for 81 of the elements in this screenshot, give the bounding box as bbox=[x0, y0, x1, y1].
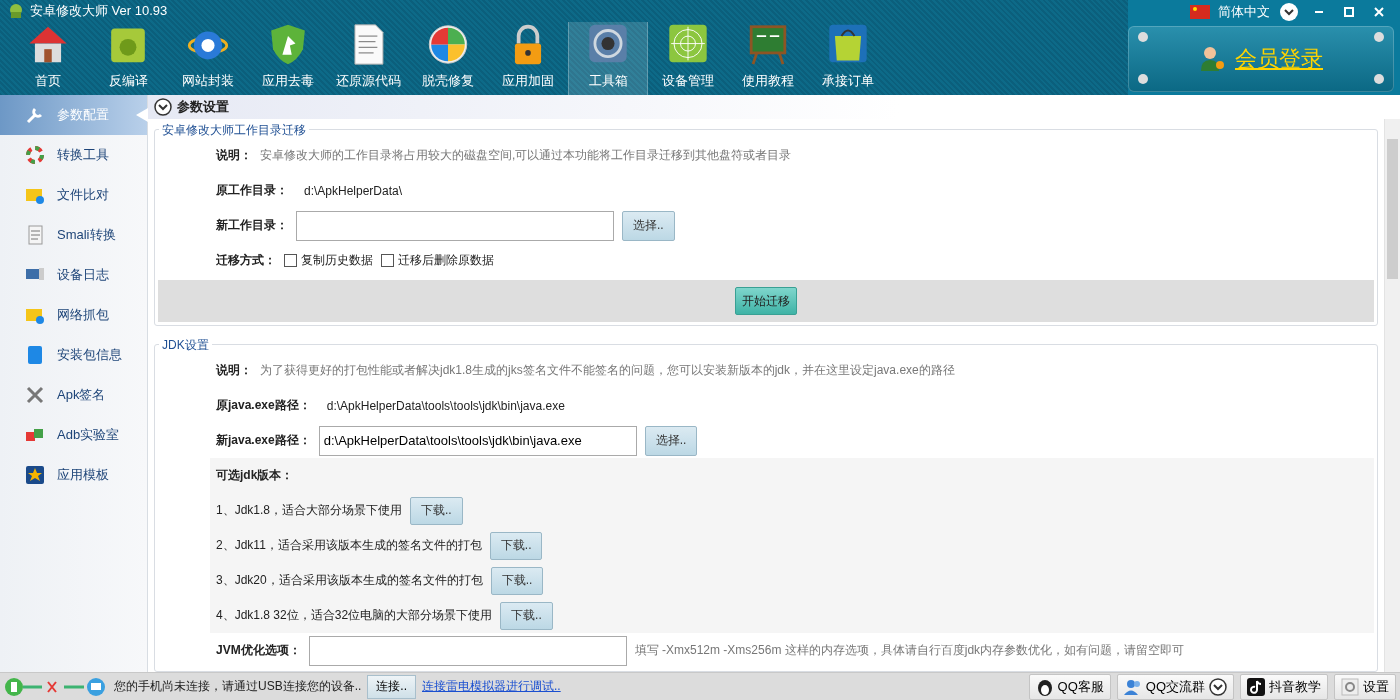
field-label: 新java.exe路径： bbox=[216, 432, 311, 449]
toolbar-button[interactable]: 应用去毒 bbox=[248, 22, 328, 95]
sidebar-item[interactable]: 设备日志 bbox=[0, 255, 147, 295]
field-label: 说明： bbox=[216, 362, 252, 379]
field-label: 原java.exe路径： bbox=[216, 397, 311, 414]
checkbox-label[interactable]: 迁移后删除原数据 bbox=[398, 252, 494, 269]
field-label: 说明： bbox=[216, 147, 252, 164]
description-text: 安卓修改大师的工作目录将占用较大的磁盘空间,可以通过本功能将工作目录迁移到其他盘符或者目录 bbox=[260, 147, 792, 164]
toolbar-button[interactable]: 应用加固 bbox=[488, 22, 568, 95]
toolbar-button[interactable]: 反编译 bbox=[88, 22, 168, 95]
hint-text: 填写 -Xmx512m -Xms256m 这样的内存选项，具体请自行百度jdk内存参数优化，如有问题，请留空即可 bbox=[634, 642, 1185, 659]
status-button[interactable]: QQ客服 bbox=[1028, 673, 1111, 700]
download-button[interactable]: 下载.. bbox=[489, 531, 543, 560]
document-icon bbox=[25, 225, 45, 245]
field-label: 新工作目录： bbox=[216, 217, 288, 234]
sidebar-item[interactable]: 文件比对 bbox=[0, 175, 147, 215]
language-label[interactable]: 简体中文 bbox=[1218, 3, 1270, 21]
maximize-icon bbox=[1343, 6, 1355, 18]
panel-title: 参数设置 bbox=[177, 98, 229, 116]
users-icon bbox=[1123, 677, 1142, 696]
toolbar-button[interactable]: 网站封装 bbox=[168, 22, 248, 95]
connect-button[interactable]: 连接.. bbox=[367, 674, 416, 699]
emulator-link[interactable]: 连接雷电模拟器进行调试.. bbox=[422, 678, 561, 695]
browse-button[interactable]: 选择.. bbox=[644, 425, 698, 456]
sidebar-item[interactable]: 转换工具 bbox=[0, 135, 147, 175]
sidebar-item[interactable]: Adb实验室 bbox=[0, 415, 147, 455]
path-text: d:\ApkHelperData\ bbox=[304, 183, 403, 198]
toolbar-button[interactable]: 承接订单 bbox=[808, 22, 888, 95]
color-ring-icon bbox=[25, 145, 45, 165]
status-button[interactable]: 抖音教学 bbox=[1240, 673, 1328, 700]
toolbar-button[interactable]: 还原源代码 bbox=[328, 22, 408, 95]
phone-disconnected-icon bbox=[4, 676, 108, 697]
status-button[interactable]: QQ交流群 bbox=[1116, 673, 1234, 700]
status-button[interactable]: 设置 bbox=[1334, 673, 1396, 700]
field-label: JVM优化选项： bbox=[216, 642, 301, 659]
field-label: 迁移方式： bbox=[216, 252, 276, 269]
screw-icon bbox=[1374, 74, 1384, 84]
version-text: 2、Jdk11，适合采用该版本生成的签名文件的打包 bbox=[216, 537, 482, 554]
download-button[interactable]: 下载.. bbox=[410, 496, 463, 525]
start-button[interactable]: 开始迁移 bbox=[735, 287, 797, 315]
version-text: 4、Jdk1.8 32位，适合32位电脑的大部分场景下使用 bbox=[216, 607, 493, 624]
download-button[interactable]: 下载.. bbox=[500, 601, 553, 630]
description-text: 为了获得更好的打包性能或者解决jdk1.8生成的jks签名文件不能签名的问题，您可以安装新版本的jdk，并在这里设定java.exe的路径 bbox=[260, 362, 955, 379]
group-title: 安卓修改大师工作目录迁移 bbox=[159, 122, 309, 139]
version-text: 1、Jdk1.8，适合大部分场景下使用 bbox=[216, 502, 403, 519]
collapse-icon bbox=[154, 98, 172, 116]
group-title: JDK设置 bbox=[159, 337, 212, 354]
dropdown-button[interactable] bbox=[1278, 2, 1300, 22]
close-icon bbox=[1373, 6, 1385, 18]
checkbox[interactable] bbox=[381, 254, 394, 267]
download-button[interactable]: 下载.. bbox=[490, 566, 544, 595]
sidebar-item[interactable]: Apk签名 bbox=[0, 375, 147, 415]
sidebar-item[interactable]: 应用模板 bbox=[0, 455, 147, 495]
sidebar-item[interactable]: Smali转换 bbox=[0, 215, 147, 255]
sidebar-item[interactable]: 网络抓包 bbox=[0, 295, 147, 335]
sidebar-item[interactable]: 安装包信息 bbox=[0, 335, 147, 375]
path-text: d:\ApkHelperData\tools\tools\jdk\bin\java.exe bbox=[326, 398, 565, 413]
browse-button[interactable]: 选择.. bbox=[622, 210, 675, 241]
flag-icon bbox=[1190, 5, 1210, 19]
screw-icon bbox=[1138, 74, 1148, 84]
input-field[interactable] bbox=[296, 210, 614, 241]
toolbar-button[interactable]: 设备管理 bbox=[648, 22, 728, 95]
input-field[interactable] bbox=[308, 635, 627, 666]
toolbar-button[interactable]: 使用教程 bbox=[728, 22, 808, 95]
checkbox[interactable] bbox=[284, 254, 297, 267]
checkbox-label[interactable]: 复制历史数据 bbox=[301, 252, 373, 269]
input-field[interactable]: d:\ApkHelperData\tools\tools\jdk\bin\java.exe bbox=[318, 425, 637, 456]
connection-status: 您的手机尚未连接，请通过USB连接您的设备.. bbox=[114, 678, 362, 695]
screw-icon bbox=[1374, 32, 1384, 42]
scrollbar[interactable] bbox=[1384, 119, 1400, 672]
chevron-down-icon bbox=[1280, 3, 1298, 21]
version-text: 3、Jdk20，适合采用该版本生成的签名文件的打包 bbox=[216, 572, 483, 589]
wrench-icon bbox=[25, 105, 45, 125]
section-heading: 可选jdk版本： bbox=[216, 467, 294, 484]
window-title: 安卓修改大师 Ver 10.93 bbox=[30, 2, 168, 20]
music-note-icon bbox=[1247, 677, 1265, 696]
toolbar-button[interactable]: 工具箱 bbox=[568, 22, 648, 95]
toolbar-button[interactable]: 首页 bbox=[8, 22, 88, 95]
field-label: 原工作目录： bbox=[216, 182, 288, 199]
toolbar-button[interactable]: 脱壳修复 bbox=[408, 22, 488, 95]
screw-icon bbox=[1138, 32, 1148, 42]
